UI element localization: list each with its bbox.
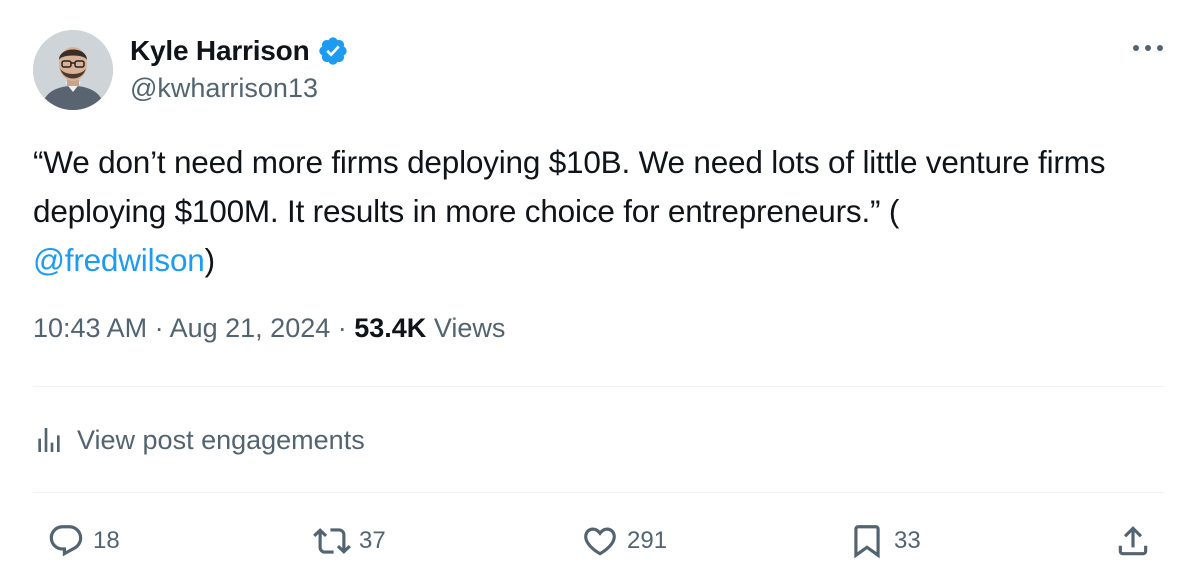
post-text-main: “We don’t need more firms deploying $10B… — [33, 144, 1106, 229]
analytics-bars-icon — [33, 424, 65, 456]
more-options-button[interactable] — [1128, 34, 1168, 62]
post-time[interactable]: 10:43 AM — [33, 313, 147, 343]
share-icon — [1114, 522, 1152, 560]
engagements-label: View post engagements — [77, 424, 365, 455]
repost-count: 37 — [359, 527, 386, 554]
repost-button[interactable]: 37 — [313, 516, 386, 566]
views-count: 53.4K — [354, 313, 427, 343]
meta-separator: · — [147, 313, 170, 343]
verified-badge-icon[interactable] — [317, 35, 349, 67]
reply-count: 18 — [93, 527, 120, 554]
view-engagements-button[interactable]: View post engagements — [33, 418, 365, 462]
bookmark-count: 33 — [894, 527, 921, 554]
post-text-end: ) — [204, 242, 216, 278]
post-metadata: 10:43 AM · Aug 21, 2024 · 53.4K Views — [33, 313, 505, 344]
meta-separator: · — [330, 313, 355, 343]
avatar-photo — [33, 30, 113, 110]
action-bar: 18 37 291 33 — [0, 516, 1192, 566]
divider — [33, 386, 1165, 387]
like-button[interactable]: 291 — [581, 516, 667, 566]
divider — [33, 492, 1165, 493]
post-text: “We don’t need more firms deploying $10B… — [33, 138, 1173, 285]
author-name-row: Kyle Harrison — [130, 31, 349, 71]
post-date[interactable]: Aug 21, 2024 — [170, 313, 331, 343]
author-avatar[interactable] — [33, 30, 113, 110]
like-count: 291 — [627, 527, 668, 554]
author-handle[interactable]: @kwharrison13 — [130, 73, 318, 104]
reply-button[interactable]: 18 — [47, 516, 120, 566]
views-label: Views — [433, 313, 506, 343]
mention-link[interactable]: @fredwilson — [33, 242, 205, 278]
repost-icon — [313, 522, 351, 560]
tweet: Kyle Harrison @kwharrison13 “We don’t ne… — [0, 0, 1192, 588]
more-horizontal-icon — [1133, 45, 1163, 51]
author-name[interactable]: Kyle Harrison — [130, 35, 310, 67]
reply-icon — [47, 522, 85, 560]
share-button[interactable] — [1114, 516, 1152, 566]
bookmark-button[interactable]: 33 — [848, 516, 921, 566]
bookmark-icon — [848, 522, 886, 560]
heart-icon — [581, 522, 619, 560]
